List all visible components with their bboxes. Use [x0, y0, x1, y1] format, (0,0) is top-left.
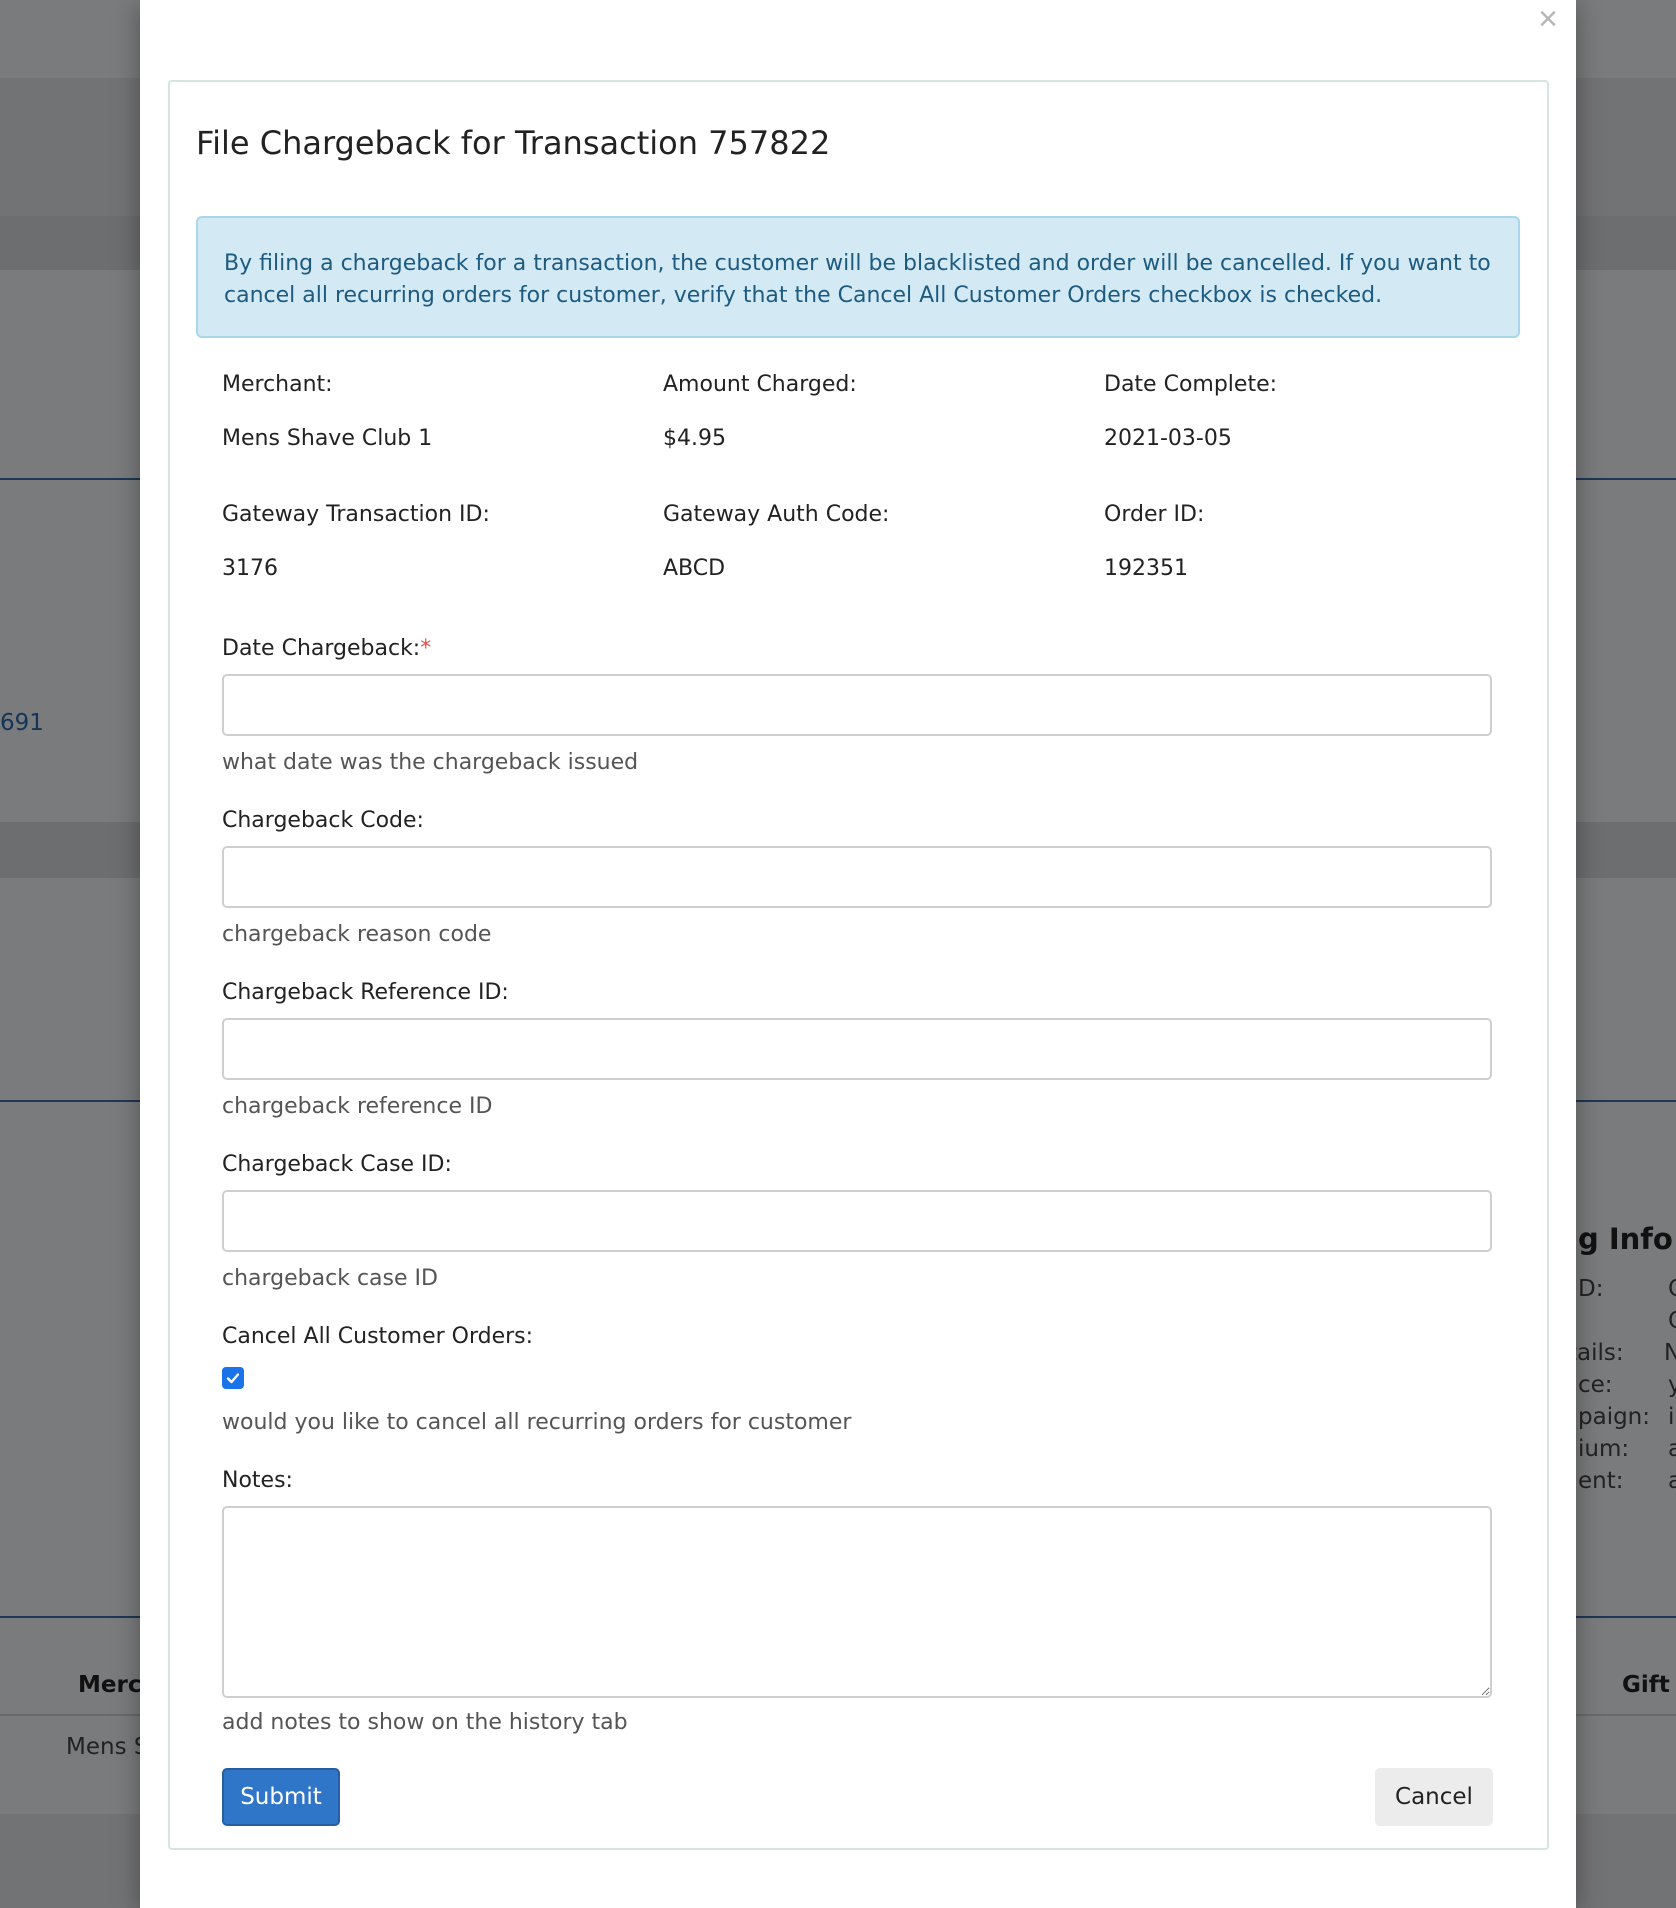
date-chargeback-help: what date was the chargeback issued	[222, 750, 639, 775]
notes-help: add notes to show on the history tab	[222, 1710, 628, 1735]
cancel-all-orders-help: would you like to cancel all recurring o…	[222, 1410, 852, 1435]
amount-value: $4.95	[663, 426, 726, 451]
gateway-auth-value: ABCD	[663, 556, 726, 581]
chargeback-code-label: Chargeback Code:	[222, 808, 424, 833]
cancel-all-orders-label: Cancel All Customer Orders:	[222, 1324, 534, 1349]
order-id-value: 192351	[1104, 556, 1188, 581]
chargeback-panel: File Chargeback for Transaction 757822 B…	[168, 80, 1549, 1850]
cancel-all-orders-checkbox[interactable]	[222, 1367, 244, 1389]
cancel-button[interactable]: Cancel	[1375, 1768, 1493, 1826]
chargeback-reference-label: Chargeback Reference ID:	[222, 980, 509, 1005]
chargeback-case-help: chargeback case ID	[222, 1266, 438, 1291]
required-mark: *	[420, 636, 432, 661]
merchant-label: Merchant:	[222, 372, 333, 397]
gateway-auth-label: Gateway Auth Code:	[663, 502, 890, 527]
close-icon[interactable]: ×	[1538, 2, 1558, 36]
chargeback-modal: × File Chargeback for Transaction 757822…	[140, 0, 1576, 1908]
notes-label: Notes:	[222, 1468, 293, 1493]
order-id-label: Order ID:	[1104, 502, 1205, 527]
info-alert: By filing a chargeback for a transaction…	[196, 216, 1520, 338]
date-chargeback-label: Date Chargeback:*	[222, 636, 431, 661]
chargeback-code-help: chargeback reason code	[222, 922, 492, 947]
checkmark-icon	[226, 1373, 240, 1384]
date-complete-value: 2021-03-05	[1104, 426, 1232, 451]
gateway-transaction-value: 3176	[222, 556, 278, 581]
page-title: File Chargeback for Transaction 757822	[196, 124, 831, 162]
gateway-transaction-label: Gateway Transaction ID:	[222, 502, 490, 527]
chargeback-code-input[interactable]	[222, 846, 1492, 908]
notes-textarea[interactable]	[222, 1506, 1492, 1698]
amount-label: Amount Charged:	[663, 372, 857, 397]
merchant-value: Mens Shave Club 1	[222, 426, 433, 451]
chargeback-case-input[interactable]	[222, 1190, 1492, 1252]
chargeback-reference-input[interactable]	[222, 1018, 1492, 1080]
date-chargeback-label-text: Date Chargeback:	[222, 636, 421, 661]
chargeback-reference-help: chargeback reference ID	[222, 1094, 493, 1119]
chargeback-case-label: Chargeback Case ID:	[222, 1152, 452, 1177]
date-complete-label: Date Complete:	[1104, 372, 1278, 397]
submit-button[interactable]: Submit	[222, 1768, 340, 1826]
date-chargeback-input[interactable]	[222, 674, 1492, 736]
